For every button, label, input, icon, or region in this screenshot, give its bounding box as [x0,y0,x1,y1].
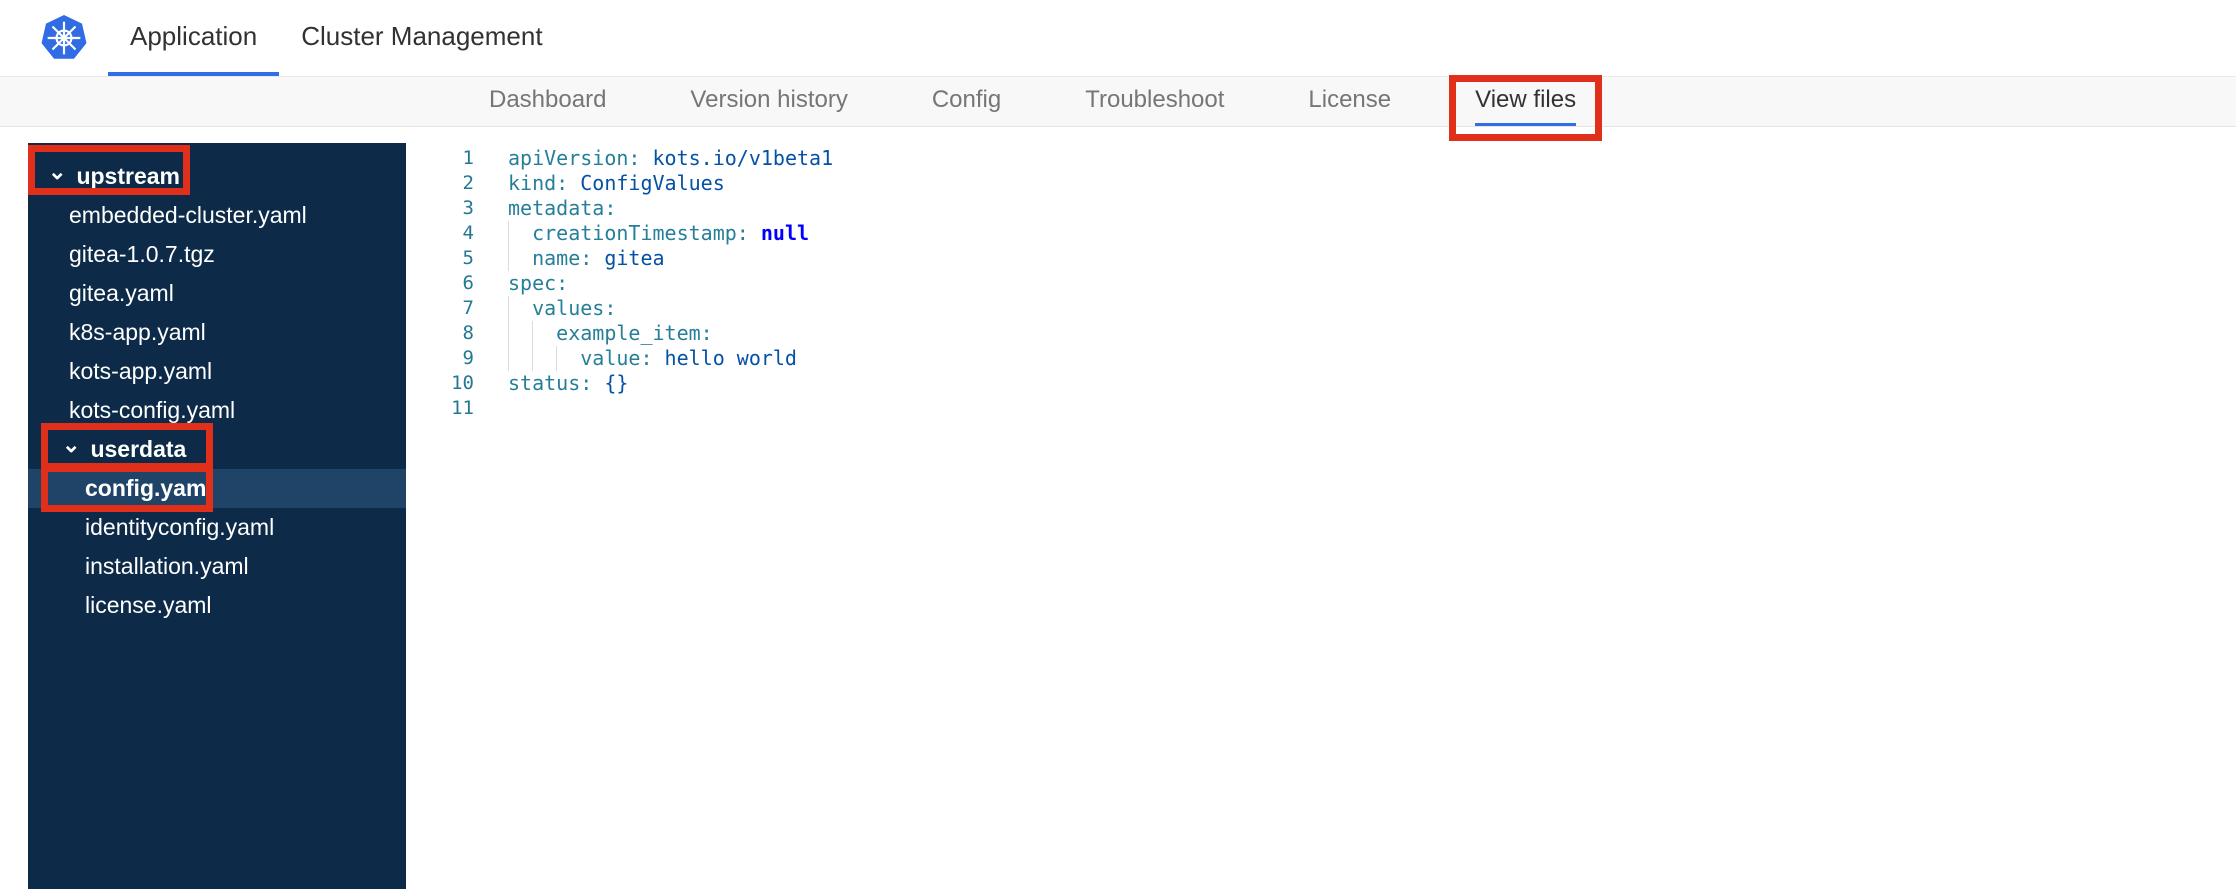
top-header: Application Cluster Management [0,0,2236,77]
file-tree-sidebar: ⌄ upstream embedded-cluster.yaml gitea-1… [28,143,406,889]
code-line: 3 metadata: [426,196,2236,221]
primary-nav: Application Cluster Management [108,0,565,76]
line-number: 9 [462,347,474,369]
folder-upstream[interactable]: ⌄ upstream [28,157,406,196]
file-identityconfig-yaml[interactable]: identityconfig.yaml [28,508,406,547]
code-line: 4 creationTimestamp: null [426,221,2236,246]
file-label: gitea.yaml [69,280,174,306]
tab-application-label: Application [130,20,258,51]
file-label: installation.yaml [85,553,249,579]
tab-config-label: Config [931,86,1002,113]
line-number: 5 [462,247,474,269]
chevron-down-icon: ⌄ [48,158,67,184]
tab-cluster-management[interactable]: Cluster Management [279,0,564,76]
code-line: 8 example_item: [426,321,2236,346]
tab-license-label: License [1308,86,1392,113]
line-number: 10 [451,372,474,394]
file-label: k8s-app.yaml [69,319,206,345]
file-installation-yaml[interactable]: installation.yaml [28,547,406,586]
file-label: config.yaml [85,475,213,501]
folder-userdata-label: userdata [90,436,187,462]
file-embedded-cluster-yaml[interactable]: embedded-cluster.yaml [28,196,406,235]
line-number: 3 [462,197,474,219]
tab-troubleshoot[interactable]: Troubleshoot [1085,77,1224,126]
code-line: 10 status: {} [426,371,2236,396]
line-number: 2 [462,172,474,194]
indent-guide [508,296,532,321]
file-gitea-yaml[interactable]: gitea.yaml [28,274,406,313]
file-label: identityconfig.yaml [85,514,275,540]
tab-version-history-label: Version history [690,86,848,113]
tab-config[interactable]: Config [932,77,1001,126]
file-label: embedded-cluster.yaml [69,202,307,228]
indent-guide [532,346,556,371]
file-label: kots-app.yaml [69,358,213,384]
code-line: 7 values: [426,296,2236,321]
file-label: gitea-1.0.7.tgz [69,241,215,267]
code-line: 11 [426,396,2236,421]
file-license-yaml[interactable]: license.yaml [28,586,406,625]
line-number: 6 [462,272,474,294]
indent-guide [508,346,532,371]
view-files-page: ⌄ upstream embedded-cluster.yaml gitea-1… [28,143,2236,889]
file-kots-config-yaml[interactable]: kots-config.yaml [28,391,406,430]
file-k8s-app-yaml[interactable]: k8s-app.yaml [28,313,406,352]
tab-dashboard[interactable]: Dashboard [489,77,606,126]
code-editor[interactable]: 1 apiVersion: kots.io/v1beta1 2 kind: Confi… [406,143,2236,889]
line-number: 7 [462,297,474,319]
code-lines: 1 apiVersion: kots.io/v1beta1 2 kind: Confi… [426,146,2236,421]
indent-guide [508,221,532,246]
tab-view-files-label: View files [1475,86,1577,113]
tab-dashboard-label: Dashboard [489,86,607,113]
line-number: 11 [451,397,474,419]
line-number: 4 [462,222,474,244]
tab-view-files[interactable]: View files [1449,75,1603,141]
tab-cluster-management-label: Cluster Management [301,20,543,51]
folder-upstream-label: upstream [76,163,180,189]
chevron-down-icon: ⌄ [62,431,81,457]
indent-guide [508,246,532,271]
file-kots-app-yaml[interactable]: kots-app.yaml [28,352,406,391]
tab-troubleshoot-label: Troubleshoot [1085,86,1225,113]
folder-userdata[interactable]: ⌄ userdata [28,430,406,469]
line-number: 8 [462,322,474,344]
code-line: 1 apiVersion: kots.io/v1beta1 [426,146,2236,171]
kots-admin-console: Application Cluster Management Dashboard… [0,0,2236,890]
file-label: license.yaml [85,592,212,618]
code-line: 9 value: hello world [426,346,2236,371]
kubernetes-logo-icon [40,14,88,62]
tab-version-history[interactable]: Version history [690,77,847,126]
file-gitea-tgz[interactable]: gitea-1.0.7.tgz [28,235,406,274]
indent-guide [556,346,580,371]
code-line: 6 spec: [426,271,2236,296]
line-number: 1 [462,147,474,169]
indent-guide [508,321,532,346]
app-nav: Dashboard Version history Config Trouble… [0,75,2236,141]
file-config-yaml[interactable]: config.yaml [28,469,406,508]
code-line: 5 name: gitea [426,246,2236,271]
tab-application[interactable]: Application [108,0,280,76]
file-label: kots-config.yaml [69,397,236,423]
indent-guide [532,321,556,346]
tab-license[interactable]: License [1308,77,1391,126]
code-line: 2 kind: ConfigValues [426,171,2236,196]
